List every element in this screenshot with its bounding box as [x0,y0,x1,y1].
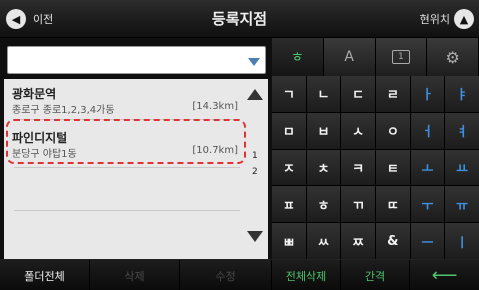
key[interactable]: ㅣ [445,223,479,259]
key[interactable]: ㄱ [272,76,306,112]
key[interactable]: ㄸ [376,186,410,223]
key[interactable]: ㅉ [341,223,375,259]
key[interactable]: ㅇ [376,112,410,149]
backspace-arrow-icon[interactable]: ⟵ [410,260,479,290]
bottom-bar: 폴더전체 삭제 수정 전체삭제 간격 ⟵ [0,259,479,290]
key[interactable]: ㄲ [341,186,375,223]
english-tab-label: A [344,49,354,65]
key[interactable]: ㅅ [341,112,375,149]
space-button[interactable]: 간격 [341,260,410,290]
key[interactable]: ㅌ [376,149,410,186]
key[interactable]: ㅜ [410,186,445,223]
key[interactable]: ㅋ [341,149,375,186]
edit-button[interactable]: 수정 [180,260,272,290]
key[interactable]: & [376,223,410,259]
key[interactable]: ㅠ [445,186,479,223]
tab-numbers[interactable]: 1 [375,38,428,76]
key[interactable]: ㅂ [306,112,341,149]
scroll-up-icon[interactable] [247,89,263,100]
tab-korean[interactable]: ㅎ [272,38,324,76]
key[interactable]: ㄴ [306,76,341,112]
key[interactable]: ㅑ [445,76,479,112]
numbers-tab-label: 1 [391,50,410,64]
key[interactable]: ㅎ [306,186,341,223]
key-grid: ㄱ ㄴ ㄷ ㄹ ㅏ ㅑ ㅁ ㅂ ㅅ ㅇ ㅓ ㅕ ㅈ ㅊ ㅋ ㅌ ㅗ ㅛ ㅍ ㅎ … [272,76,479,259]
key[interactable]: ㅏ [410,76,445,112]
item-name: 광화문역 [12,87,57,101]
key[interactable]: ㅗ [410,149,445,186]
tab-english[interactable]: A [323,38,376,76]
tab-settings[interactable]: ⚙ [427,38,479,76]
page-current: 1 [252,151,258,161]
gear-icon: ⚙ [445,47,460,67]
key[interactable]: ㄹ [376,76,410,112]
key[interactable]: ㅕ [445,112,479,149]
key[interactable]: ㅁ [272,112,306,149]
delete-all-button[interactable]: 전체삭제 [272,260,341,290]
current-position-label: 현위치 [419,13,450,26]
navigation-arrow-icon: ▲ [454,9,474,29]
divider [14,167,240,168]
page-title: 등록지점 [211,10,268,28]
left-panel: 광화문역 종로구 종로1,2,3,4가동 [14.3km] 파인디지털 분당구 … [0,38,272,259]
keyboard-tabs: ㅎ A 1 ⚙ [272,38,479,76]
key[interactable]: ㅊ [306,149,341,186]
item-address: 종로구 종로1,2,3,4가동 [12,105,115,116]
keyboard: ㅎ A 1 ⚙ ㄱ ㄴ ㄷ ㄹ ㅏ ㅑ ㅁ ㅂ ㅅ ㅇ ㅓ ㅕ ㅈ ㅊ ㅋ ㅌ … [272,38,479,259]
current-position-button[interactable]: 현위치 ▲ [420,8,474,30]
selection-highlight [6,119,246,164]
key[interactable]: ㅛ [445,149,479,186]
scroll-down-icon[interactable] [247,231,263,242]
folder-all-button[interactable]: 폴더전체 [0,260,90,290]
item-distance: [14.3km] [192,101,238,112]
korean-tab-label: ㅎ [290,50,304,66]
key[interactable]: ㅍ [272,186,306,223]
top-bar: ◀ 이전 등록지점 현위치 ▲ [0,0,479,38]
list-item[interactable]: 광화문역 종로구 종로1,2,3,4가동 [14.3km] [4,79,242,119]
key[interactable]: ㄷ [341,76,375,112]
key[interactable]: ㅡ [410,223,445,259]
delete-button[interactable]: 삭제 [90,260,180,290]
destination-list: 광화문역 종로구 종로1,2,3,4가동 [14.3km] 파인디지털 분당구 … [4,79,268,259]
key[interactable]: ㅃ [272,223,306,259]
page-total: 2 [252,167,258,177]
scrollbar[interactable]: 1 2 [244,79,268,259]
divider [14,210,240,211]
key[interactable]: ㅈ [272,149,306,186]
dropdown-arrow-icon[interactable] [248,58,260,66]
key[interactable]: ㅆ [306,223,341,259]
search-input[interactable] [7,46,266,74]
key[interactable]: ㅓ [410,112,445,149]
